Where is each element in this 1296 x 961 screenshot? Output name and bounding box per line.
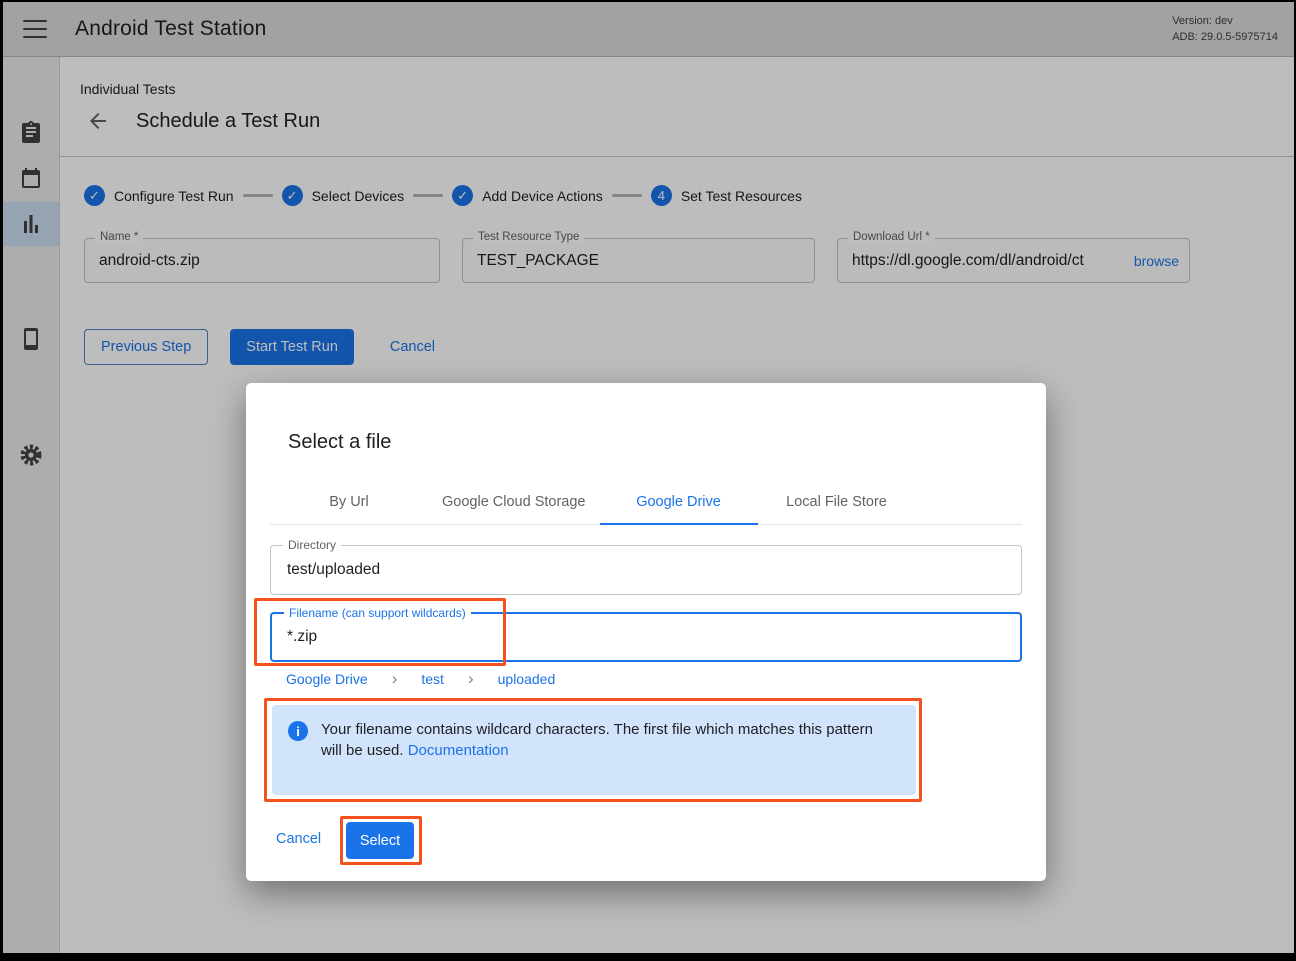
tab-google-drive[interactable]: Google Drive: [600, 479, 758, 524]
drive-path-breadcrumb: Google Drive › test › uploaded: [286, 671, 555, 687]
dialog-title: Select a file: [288, 431, 391, 454]
dialog-tabs: By Url Google Cloud Storage Google Drive…: [270, 479, 1022, 525]
info-icon: i: [288, 721, 308, 741]
dialog-cancel-button[interactable]: Cancel: [276, 831, 321, 847]
screen: Android Test Station Version: dev ADB: 2…: [3, 2, 1294, 953]
select-file-dialog: Select a file By Url Google Cloud Storag…: [246, 383, 1046, 881]
tab-local-file-store[interactable]: Local File Store: [758, 479, 916, 524]
tab-google-cloud-storage[interactable]: Google Cloud Storage: [428, 479, 600, 524]
path-google-drive[interactable]: Google Drive: [286, 671, 368, 687]
app-window: Android Test Station Version: dev ADB: 2…: [0, 0, 1296, 961]
directory-input[interactable]: Directory test/uploaded: [270, 545, 1022, 595]
alert-message: Your filename contains wildcard characte…: [321, 719, 881, 781]
chevron-right-icon: ›: [392, 672, 398, 686]
path-test[interactable]: test: [421, 671, 444, 687]
chevron-right-icon: ›: [468, 672, 474, 686]
wildcard-info-alert: i Your filename contains wildcard charac…: [272, 705, 916, 795]
tab-by-url[interactable]: By Url: [270, 479, 428, 524]
filename-input[interactable]: Filename (can support wildcards) *.zip: [270, 612, 1022, 662]
dialog-select-button[interactable]: Select: [346, 822, 414, 859]
path-uploaded[interactable]: uploaded: [498, 671, 556, 687]
documentation-link[interactable]: Documentation: [408, 742, 509, 759]
